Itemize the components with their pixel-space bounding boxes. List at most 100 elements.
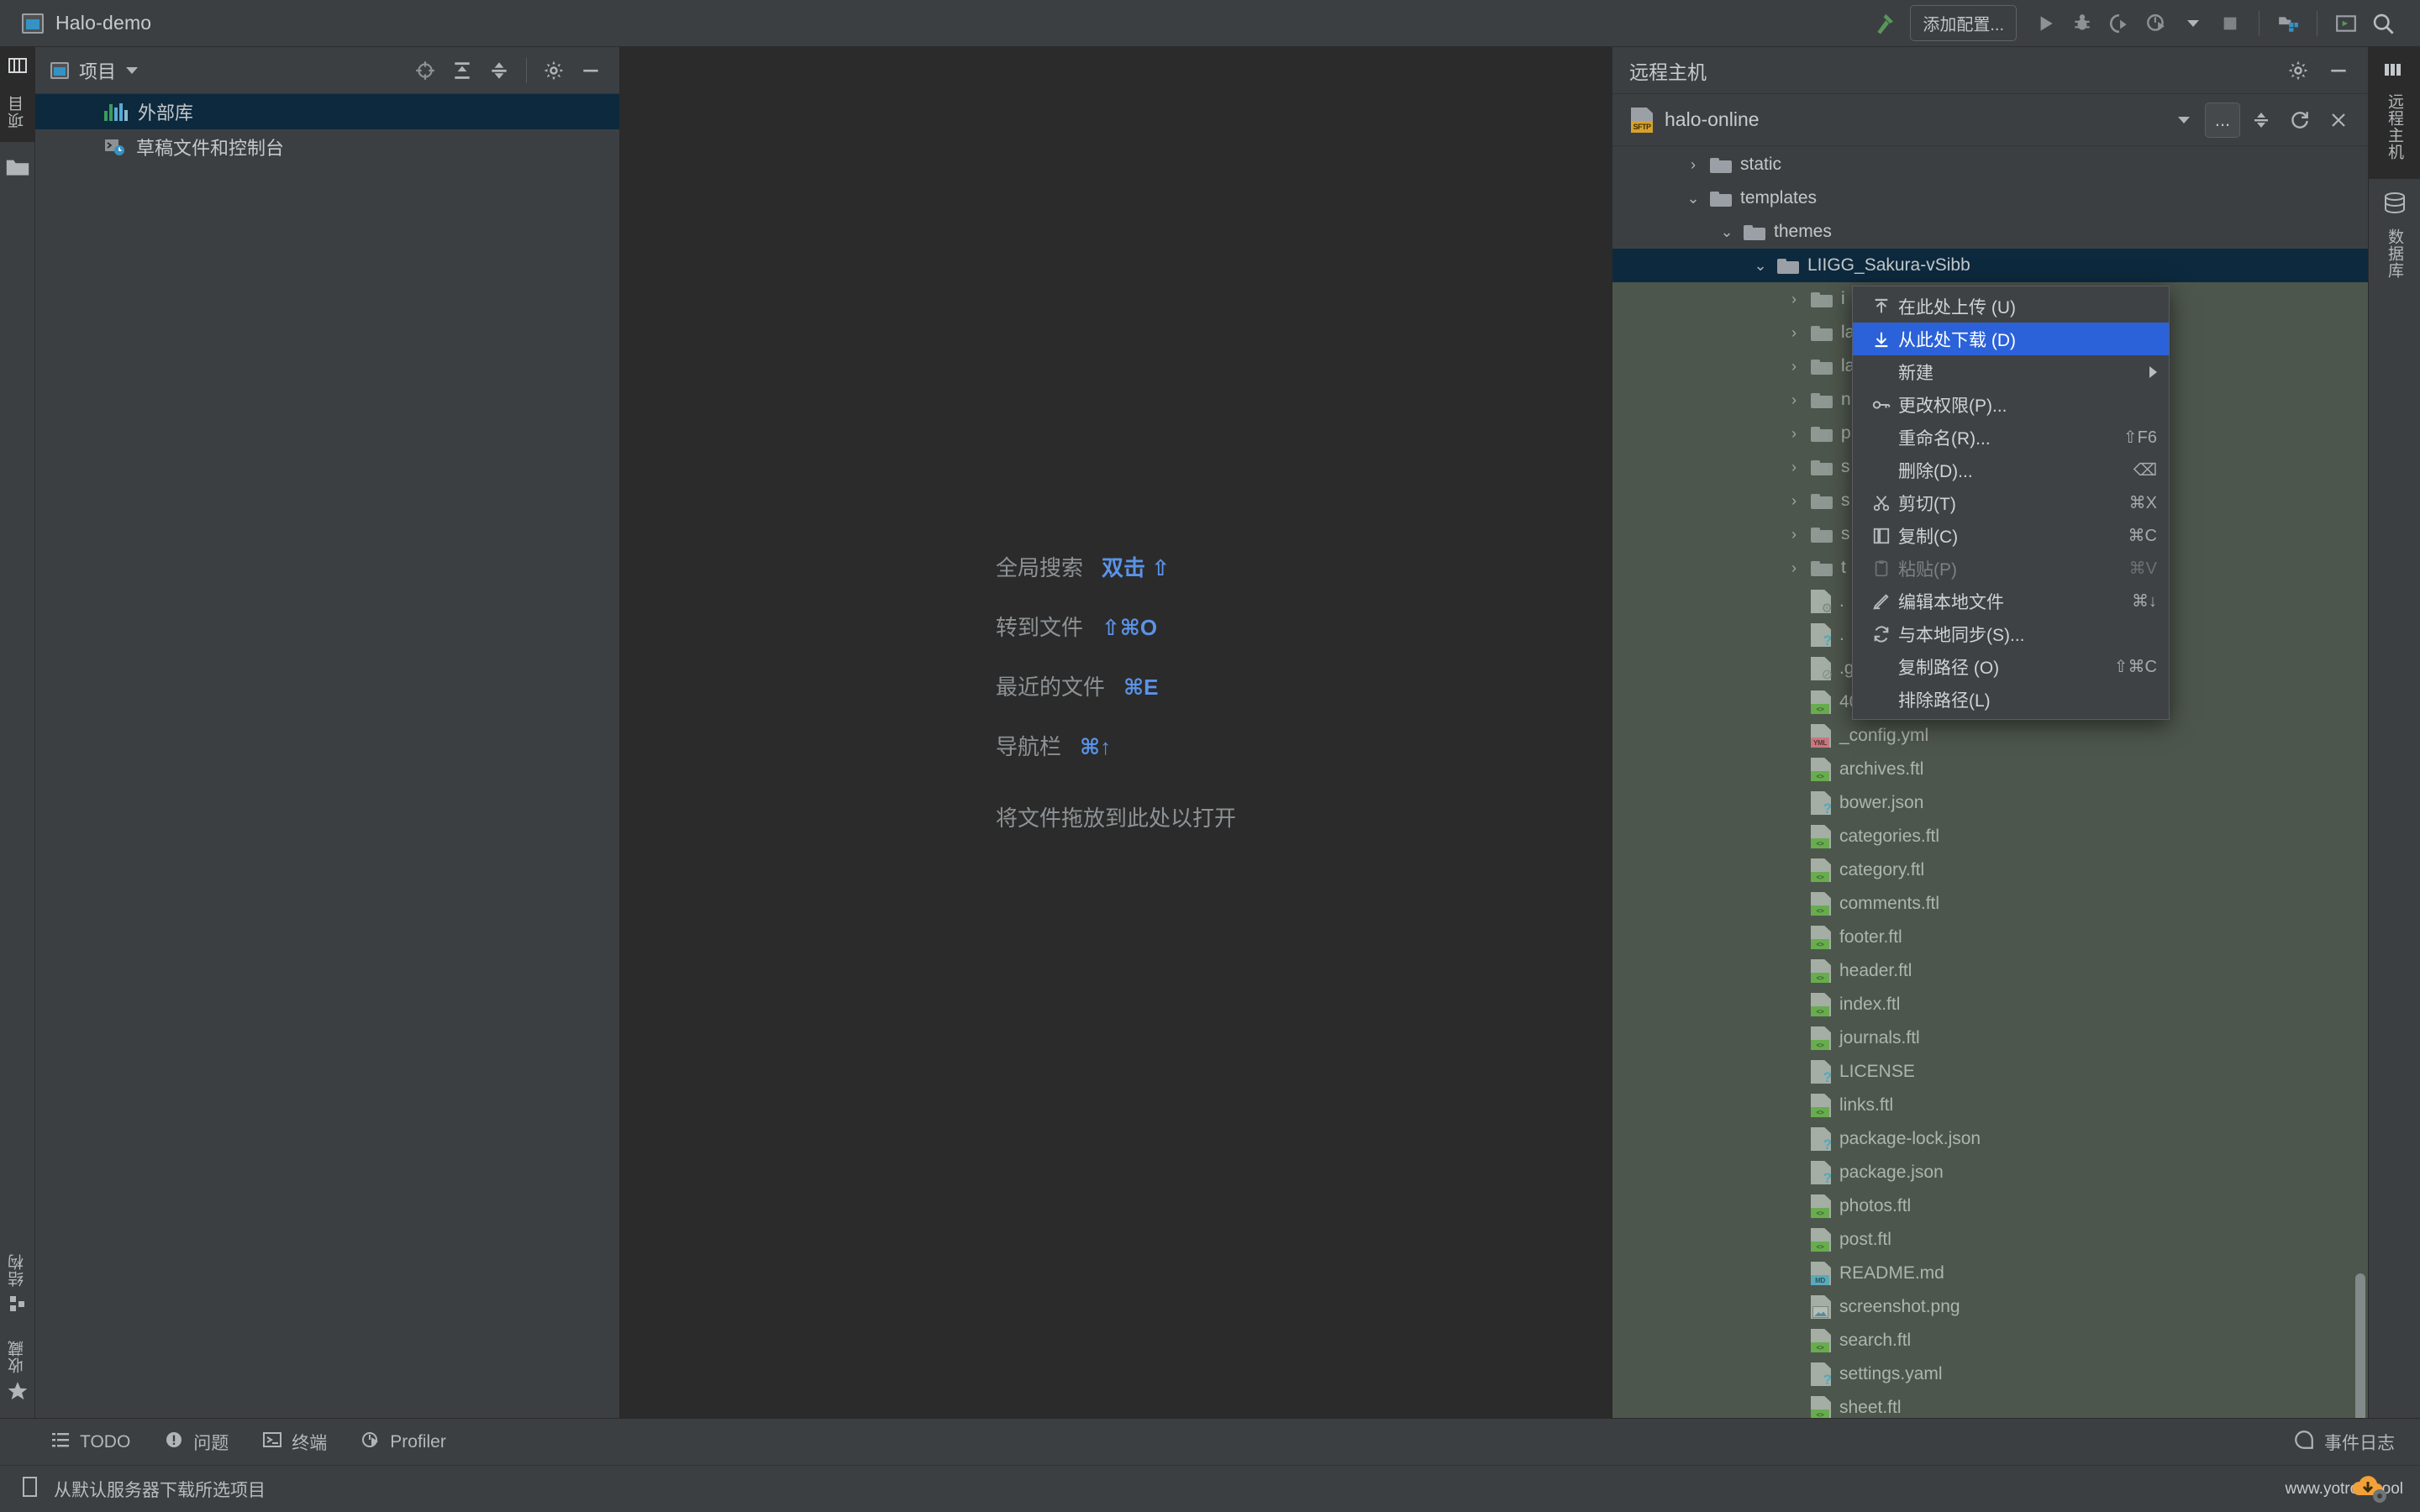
bottom-item-profiler[interactable]: Profiler — [360, 1430, 446, 1455]
chevron-right-icon[interactable]: › — [1685, 156, 1702, 174]
chevron-right-icon[interactable]: › — [1786, 291, 1802, 308]
git-icon[interactable] — [2270, 5, 2307, 42]
remote-file-row[interactable]: <> journals.ftl — [1612, 1021, 2368, 1055]
tree-item-scratches[interactable]: 草稿文件和控制台 — [35, 129, 619, 165]
search-everywhere-icon[interactable] — [2365, 5, 2402, 42]
project-panel-title[interactable]: 项目 — [50, 57, 139, 84]
terminal-icon[interactable] — [2328, 5, 2365, 42]
remote-file-row[interactable]: <> search.ftl — [1612, 1324, 2368, 1357]
sidebar-item-remote-host[interactable]: 远程主机 — [2369, 47, 2420, 179]
remote-file-row[interactable]: <> index.ftl — [1612, 988, 2368, 1021]
remote-file-row[interactable]: <> category.ftl — [1612, 853, 2368, 887]
collapse-all-icon[interactable] — [482, 54, 516, 87]
chevron-down-icon[interactable]: ⌄ — [1685, 190, 1702, 207]
chevron-down-icon[interactable] — [2166, 102, 2202, 138]
remote-file-row[interactable]: ? LICENSE — [1612, 1055, 2368, 1089]
sidebar-item-favorites[interactable]: 收藏 — [6, 1340, 29, 1406]
context-menu-item[interactable]: 新建 — [1853, 355, 2169, 388]
file-icon-md: MD — [1811, 1262, 1831, 1285]
remote-file-row[interactable]: <> links.ftl — [1612, 1089, 2368, 1122]
remote-file-row[interactable]: screenshot.png — [1612, 1290, 2368, 1324]
sidebar-item-structure[interactable]: 结构 — [6, 1253, 29, 1318]
chevron-down-icon[interactable]: ⌄ — [1752, 257, 1769, 275]
chevron-right-icon[interactable]: › — [1786, 358, 1802, 375]
run-configuration-selector[interactable]: 添加配置... — [1910, 5, 2017, 41]
chevron-down-icon[interactable] — [2175, 5, 2212, 42]
remote-tree-scrollbar[interactable] — [2355, 1273, 2365, 1418]
context-menu-item-label: 编辑本地文件 — [1898, 592, 2004, 612]
context-menu-item[interactable]: 复制(C) ⌘C — [1853, 519, 2169, 552]
folder-icon — [1811, 559, 1833, 576]
chevron-down-icon[interactable] — [126, 66, 139, 74]
close-icon[interactable] — [2321, 102, 2356, 138]
chevron-right-icon[interactable]: › — [1786, 492, 1802, 510]
remote-file-row[interactable]: <> header.ftl — [1612, 954, 2368, 988]
remote-file-row[interactable]: <> archives.ftl — [1612, 753, 2368, 786]
context-menu-item[interactable]: 剪切(T) ⌘X — [1853, 486, 2169, 519]
context-menu-item[interactable]: 复制路径 (O) ⇧⌘C — [1853, 650, 2169, 683]
remote-item-label: static — [1740, 155, 1782, 174]
remote-file-row[interactable]: <> sheet.ftl — [1612, 1391, 2368, 1418]
remote-file-row[interactable]: <> comments.ftl — [1612, 887, 2368, 921]
remote-file-row[interactable]: <> post.ftl — [1612, 1223, 2368, 1257]
sidebar-item-project-label[interactable]: 项目 — [6, 95, 29, 129]
context-menu-item[interactable]: 排除路径(L) — [1853, 683, 2169, 716]
refresh-icon[interactable] — [2282, 102, 2317, 138]
context-menu-item[interactable]: 在此处上传 (U) — [1853, 290, 2169, 323]
status-message: 从默认服务器下载所选项目 — [54, 1480, 266, 1500]
chevron-right-icon[interactable]: › — [1786, 391, 1802, 409]
context-menu-item[interactable]: 重命名(R)... ⇧F6 — [1853, 421, 2169, 454]
remote-connection-name[interactable]: halo-online — [1665, 108, 1760, 131]
chevron-right-icon[interactable]: › — [1786, 324, 1802, 342]
expand-all-icon[interactable] — [445, 54, 479, 87]
remote-file-row[interactable]: ? bower.json — [1612, 786, 2368, 820]
project-title[interactable]: Halo-demo — [22, 12, 151, 34]
remote-item-label: templates — [1740, 188, 1818, 207]
run-coverage-icon[interactable] — [2101, 5, 2138, 42]
chevron-right-icon[interactable]: › — [1786, 559, 1802, 577]
folder-icon[interactable] — [5, 142, 30, 181]
chevron-right-icon[interactable]: › — [1786, 425, 1802, 443]
hammer-icon[interactable] — [1866, 5, 1903, 42]
bottom-item-terminal[interactable]: 终端 — [262, 1430, 327, 1455]
remote-folder-row[interactable]: ⌄ themes — [1612, 215, 2368, 249]
remote-file-row[interactable]: <> footer.ftl — [1612, 921, 2368, 954]
remote-folder-row[interactable]: › static — [1612, 148, 2368, 181]
run-icon[interactable] — [2027, 5, 2064, 42]
remote-file-row[interactable]: MD README.md — [1612, 1257, 2368, 1290]
remote-item-label: search.ftl — [1839, 1331, 1912, 1350]
remote-file-row[interactable]: <> categories.ftl — [1612, 820, 2368, 853]
context-menu-item[interactable]: 删除(D)... ⌫ — [1853, 454, 2169, 486]
select-opened-file-icon[interactable] — [408, 54, 442, 87]
remote-file-row[interactable]: ? package.json — [1612, 1156, 2368, 1189]
remote-file-row[interactable]: ? settings.yaml — [1612, 1357, 2368, 1391]
project-tool-window-icon[interactable] — [7, 55, 29, 80]
sidebar-item-database[interactable]: 数据库 — [2369, 179, 2420, 297]
hide-panel-icon[interactable] — [2321, 53, 2356, 88]
stop-icon[interactable] — [2212, 5, 2249, 42]
chevron-down-icon[interactable]: ⌄ — [1718, 223, 1735, 241]
chevron-right-icon[interactable]: › — [1786, 526, 1802, 543]
remote-folder-row[interactable]: ⌄ LIIGG_Sakura-vSibb — [1612, 249, 2368, 282]
tree-item-external-libraries[interactable]: 外部库 — [35, 94, 619, 129]
remote-file-row[interactable]: ? package-lock.json — [1612, 1122, 2368, 1156]
more-options-button[interactable]: ... — [2205, 102, 2240, 138]
bottom-item-todo[interactable]: TODO — [50, 1430, 130, 1455]
remote-file-row[interactable]: YML _config.yml — [1612, 719, 2368, 753]
profile-icon[interactable] — [2138, 5, 2175, 42]
chevron-right-icon[interactable]: › — [1786, 459, 1802, 476]
context-menu-item[interactable]: 更改权限(P)... — [1853, 388, 2169, 421]
collapse-all-icon[interactable] — [2244, 102, 2279, 138]
remote-folder-row[interactable]: ⌄ templates — [1612, 181, 2368, 215]
bottom-item-problems[interactable]: 问题 — [164, 1430, 229, 1455]
gear-icon[interactable] — [2281, 53, 2316, 88]
context-menu-item[interactable]: 与本地同步(S)... — [1853, 617, 2169, 650]
context-menu-item[interactable]: 从此处下载 (D) — [1853, 323, 2169, 355]
remote-file-row[interactable]: <> photos.ftl — [1612, 1189, 2368, 1223]
context-menu-item[interactable]: 编辑本地文件 ⌘↓ — [1853, 585, 2169, 617]
bottom-item-event-log[interactable]: 事件日志 — [2293, 1429, 2420, 1456]
remote-file-context-menu[interactable]: 在此处上传 (U) 从此处下载 (D) 新建 更改权限(P)... 重命名(R)... ⇧… — [1852, 286, 2170, 720]
debug-icon[interactable] — [2064, 5, 2101, 42]
gear-icon[interactable] — [537, 54, 571, 87]
hide-panel-icon[interactable] — [574, 54, 608, 87]
